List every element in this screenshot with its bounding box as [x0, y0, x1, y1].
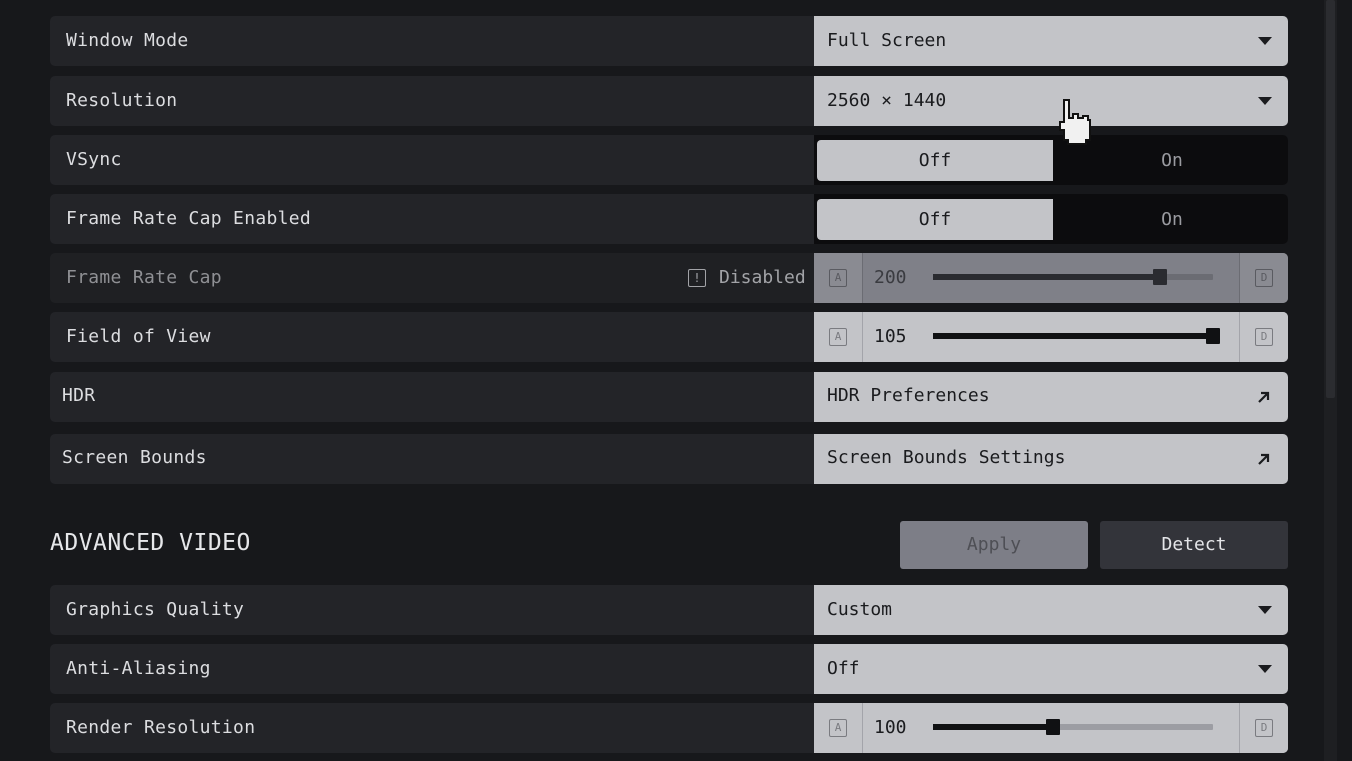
resolution-dropdown[interactable]: 2560 × 1440: [814, 76, 1288, 126]
setting-row-resolution: Resolution 2560 × 1440: [50, 76, 1288, 126]
decrease-button[interactable]: A: [814, 312, 863, 362]
disabled-status: Disabled: [719, 267, 806, 288]
slider-thumb[interactable]: [1046, 719, 1061, 735]
setting-label: Window Mode: [66, 30, 189, 51]
window-mode-dropdown[interactable]: Full Screen: [814, 16, 1288, 66]
setting-row-screen-bounds: Screen Bounds Screen Bounds Settings: [50, 434, 1288, 484]
slider-fill: [933, 274, 1160, 280]
chevron-down-icon: [1258, 97, 1272, 105]
render-resolution-slider: A 100 D: [814, 703, 1288, 753]
anti-aliasing-dropdown[interactable]: Off: [814, 644, 1288, 694]
decrease-button[interactable]: A: [814, 703, 863, 753]
setting-row-hdr: HDR HDR Preferences: [50, 372, 1288, 422]
dropdown-value: Off: [827, 658, 860, 679]
increase-button[interactable]: D: [1239, 312, 1288, 362]
field-of-view-slider: A 105 D: [814, 312, 1288, 362]
setting-row-frame-rate-cap-enabled: Frame Rate Cap Enabled Off On: [50, 194, 1288, 244]
key-d-icon: D: [1255, 719, 1273, 737]
hand-pointer-icon: [1059, 99, 1091, 145]
frame-rate-cap-toggle: Off On: [814, 194, 1288, 244]
slider-value: 200: [874, 267, 907, 288]
slider-thumb[interactable]: [1152, 269, 1167, 285]
decrease-button[interactable]: A: [814, 253, 863, 303]
setting-label: Frame Rate Cap Enabled: [66, 208, 312, 229]
setting-row-anti-aliasing: Anti-Aliasing Off: [50, 644, 1288, 694]
frame-rate-cap-on-option[interactable]: On: [1054, 199, 1290, 240]
vsync-off-option[interactable]: Off: [817, 140, 1053, 181]
key-d-icon: D: [1255, 328, 1273, 346]
increase-button[interactable]: D: [1239, 703, 1288, 753]
setting-label: Anti-Aliasing: [66, 658, 211, 679]
slider-value: 100: [874, 717, 907, 738]
setting-label: Resolution: [66, 90, 178, 111]
frame-rate-cap-off-option[interactable]: Off: [817, 199, 1053, 240]
setting-row-vsync: VSync Off On: [50, 135, 1288, 185]
key-d-icon: D: [1255, 269, 1273, 287]
key-a-icon: A: [829, 328, 847, 346]
setting-row-render-resolution: Render Resolution A 100 D: [50, 703, 1288, 753]
chevron-down-icon: [1258, 37, 1272, 45]
button-label: HDR Preferences: [827, 385, 990, 406]
setting-label: Screen Bounds: [62, 447, 207, 468]
slider-track[interactable]: [933, 328, 1220, 344]
dropdown-value: Full Screen: [827, 30, 947, 51]
arrow-up-right-icon: [1258, 391, 1270, 403]
screen-bounds-settings-button[interactable]: Screen Bounds Settings: [814, 434, 1288, 484]
slider-fill: [933, 333, 1213, 339]
setting-label: Render Resolution: [66, 717, 256, 738]
setting-label: HDR: [62, 385, 96, 406]
section-title: ADVANCED VIDEO: [50, 530, 251, 556]
chevron-down-icon: [1258, 665, 1272, 673]
slider-fill: [933, 724, 1054, 730]
slider-value: 105: [874, 326, 907, 347]
graphics-quality-dropdown[interactable]: Custom: [814, 585, 1288, 635]
setting-label: VSync: [66, 149, 122, 170]
detect-button[interactable]: Detect: [1100, 521, 1288, 569]
setting-row-frame-rate-cap: Frame Rate Cap ! Disabled A 200 D: [50, 253, 1288, 303]
key-a-icon: A: [829, 719, 847, 737]
dropdown-value: 2560 × 1440: [827, 90, 947, 111]
setting-row-window-mode: Window Mode Full Screen: [50, 16, 1288, 66]
setting-label: Graphics Quality: [66, 599, 245, 620]
button-label: Screen Bounds Settings: [827, 447, 1066, 468]
setting-label: Field of View: [66, 326, 211, 347]
exclamation-box-icon: !: [688, 269, 706, 287]
vsync-toggle: Off On: [814, 135, 1288, 185]
slider-track[interactable]: [933, 719, 1213, 735]
dropdown-value: Custom: [827, 599, 893, 620]
frame-rate-cap-slider: A 200 D: [814, 253, 1288, 303]
setting-row-field-of-view: Field of View A 105 D: [50, 312, 1288, 362]
hdr-preferences-button[interactable]: HDR Preferences: [814, 372, 1288, 422]
apply-button[interactable]: Apply: [900, 521, 1088, 569]
setting-label: Frame Rate Cap: [66, 267, 222, 288]
increase-button[interactable]: D: [1239, 253, 1288, 303]
chevron-down-icon: [1258, 606, 1272, 614]
slider-track[interactable]: [933, 269, 1213, 285]
key-a-icon: A: [829, 269, 847, 287]
scrollbar-thumb[interactable]: [1326, 0, 1335, 398]
slider-thumb[interactable]: [1206, 328, 1220, 344]
setting-row-graphics-quality: Graphics Quality Custom: [50, 585, 1288, 635]
arrow-up-right-icon: [1258, 453, 1270, 465]
